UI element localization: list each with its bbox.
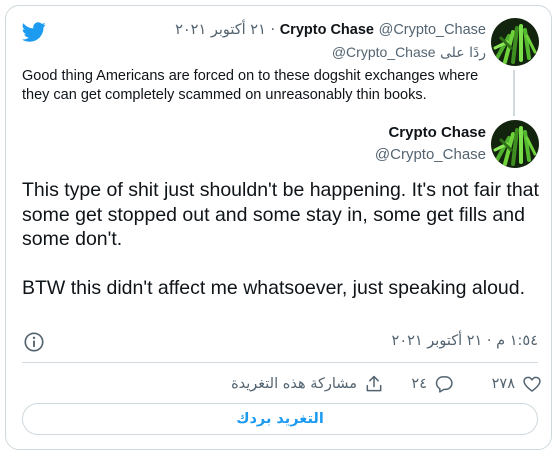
heart-icon <box>523 376 541 392</box>
tweet-timestamp[interactable]: ١:٥٤ م · ٢١ أكتوبر ٢٠٢١ <box>392 333 538 349</box>
quoted-author-handle[interactable]: @Crypto_Chase <box>379 22 486 38</box>
like-action[interactable]: ٢٧٨ <box>492 372 542 396</box>
reply-button-label: التغريد بردك <box>236 411 324 427</box>
reply-to-prefix: ردًا على <box>440 45 486 61</box>
quoted-author-name[interactable]: Crypto Chase <box>280 22 374 38</box>
reply-button[interactable]: التغريد بردك <box>22 403 538 435</box>
quoted-tweet-date[interactable]: ٢١ أكتوبر ٢٠٢١ <box>175 22 266 38</box>
reply-bubble-icon <box>435 376 453 393</box>
author-name[interactable]: Crypto Chase <box>388 124 486 141</box>
share-label: مشاركة هذه التغريدة <box>231 376 357 392</box>
share-icon <box>366 375 382 392</box>
reply-to-handle[interactable]: @Crypto_Chase <box>332 44 436 60</box>
info-icon[interactable] <box>23 331 45 353</box>
divider <box>22 362 538 363</box>
twitter-bird-icon[interactable] <box>22 20 46 44</box>
tweet-text: This type of shit just shouldn't be happ… <box>22 179 539 299</box>
share-action[interactable]: مشاركة هذه التغريدة <box>231 372 384 396</box>
thread-connector-line <box>513 70 515 116</box>
reply-action[interactable]: ٢٤ <box>411 372 454 396</box>
header-separator: · <box>270 22 276 38</box>
author-handle[interactable]: @Crypto_Chase <box>375 146 486 163</box>
reply-to-line: ردًا على @Crypto_Chase <box>332 44 486 61</box>
quoted-author-avatar[interactable] <box>491 18 539 66</box>
quoted-tweet-text: Good thing Americans are forced on to th… <box>22 68 479 103</box>
like-count: ٢٧٨ <box>491 376 515 392</box>
reply-count: ٢٤ <box>411 376 427 392</box>
author-avatar[interactable] <box>491 120 539 168</box>
quoted-tweet-header: Crypto Chase @Crypto_Chase · ٢١ أكتوبر ٢… <box>175 22 486 38</box>
